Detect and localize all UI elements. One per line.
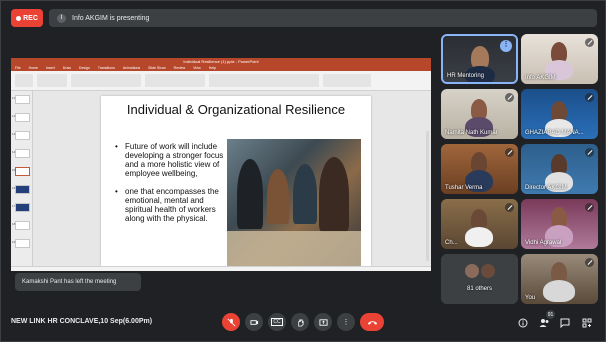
- more-options-button[interactable]: ⋮: [337, 313, 355, 331]
- participant-name: HR Mentoring: [447, 73, 485, 79]
- meeting-title: NEW LINK HR CONCLAVE,10 Sep(6.00Pm): [11, 318, 153, 325]
- camera-icon: [249, 319, 258, 325]
- powerpoint-title-bar: Individual Resilience (1).pptx - PowerPo…: [11, 58, 431, 65]
- raise-hand-button[interactable]: [291, 313, 309, 331]
- info-icon: [518, 318, 528, 328]
- participant-tile[interactable]: GHAZIABAD MANA...: [521, 89, 598, 139]
- chat-icon: [560, 318, 570, 328]
- end-call-button[interactable]: [360, 313, 384, 331]
- powerpoint-status-bar: [11, 266, 431, 271]
- shared-screen: Individual Resilience (1).pptx - PowerPo…: [11, 58, 431, 271]
- others-count: 81 others: [466, 286, 493, 292]
- mic-toggle-button[interactable]: [222, 313, 240, 331]
- mic-off-icon: [585, 93, 594, 102]
- slide-thumbnail: 16: [12, 185, 30, 194]
- slide-thumbnail-selected: 15: [12, 167, 30, 176]
- drawing-group: [209, 74, 319, 87]
- font-group: [71, 74, 141, 87]
- slide-thumbnail: 12: [12, 113, 30, 122]
- slides-group: [37, 74, 67, 87]
- meeting-info-button[interactable]: [517, 317, 529, 329]
- activities-button[interactable]: [581, 317, 593, 329]
- participant-name: Namita Nath Kumar: [445, 130, 498, 136]
- participant-tile[interactable]: Tushar Verma: [441, 144, 518, 194]
- self-tile[interactable]: You: [521, 254, 598, 304]
- mic-off-icon: [505, 203, 514, 212]
- meet-window: REC I Info AKGIM is presenting Individua…: [0, 0, 606, 342]
- toast-text: Kamakshi Pant has left the meeting: [22, 279, 117, 285]
- powerpoint-ribbon: [11, 71, 431, 91]
- participant-tile[interactable]: ⋮ HR Mentoring: [441, 34, 518, 84]
- slide-bullets: Future of work will include developing a…: [115, 142, 227, 232]
- slide-thumbnail: 17: [12, 203, 30, 212]
- activities-icon: [582, 318, 592, 328]
- slide-title: Individual & Organizational Resilience: [126, 102, 346, 117]
- people-icon: [539, 319, 548, 327]
- slide-scrollbar[interactable]: [426, 131, 429, 261]
- slide-bullet: Future of work will include developing a…: [115, 142, 227, 178]
- current-slide: Individual & Organizational Resilience F…: [101, 96, 371, 269]
- slide-thumbnail: 13: [12, 131, 30, 140]
- camera-toggle-button[interactable]: [245, 313, 263, 331]
- present-icon: [318, 318, 328, 326]
- presenting-banner: I Info AKGIM is presenting: [49, 9, 597, 27]
- participant-tile[interactable]: Info AKGIM: [521, 34, 598, 84]
- participant-name: Vidhi Agrawal: [525, 240, 562, 246]
- mic-off-icon: [585, 148, 594, 157]
- notification-toast: Kamakshi Pant has left the meeting: [15, 273, 141, 291]
- mic-off-icon: [585, 203, 594, 212]
- more-options-icon[interactable]: ⋮: [500, 40, 512, 52]
- more-vert-icon: ⋮: [342, 319, 350, 326]
- record-dot-icon: [16, 15, 22, 21]
- slide-thumbnail: 19: [12, 239, 30, 248]
- participant-name: Tushar Verma: [445, 185, 483, 191]
- clipboard-group: [15, 74, 33, 87]
- slide-thumbnail: 11: [12, 95, 30, 104]
- others-tile[interactable]: 81 others: [441, 254, 518, 304]
- captions-icon: CC: [271, 318, 283, 326]
- participant-tile[interactable]: Ch...: [441, 199, 518, 249]
- chat-button[interactable]: [559, 317, 571, 329]
- editing-group: [323, 74, 371, 87]
- participant-name: GHAZIABAD MANA...: [525, 130, 584, 136]
- participant-name: Info AKGIM: [525, 75, 556, 81]
- mic-off-icon: [505, 93, 514, 102]
- slide-thumbnail: 14: [12, 149, 30, 158]
- participant-tile[interactable]: Vidhi Agrawal: [521, 199, 598, 249]
- slide-photo: [227, 139, 361, 269]
- captions-button[interactable]: CC: [268, 313, 286, 331]
- paragraph-group: [145, 74, 205, 87]
- people-count-badge: 91: [546, 310, 555, 319]
- participant-tile[interactable]: Namita Nath Kumar: [441, 89, 518, 139]
- recording-label: REC: [23, 14, 38, 22]
- participant-name: Ch...: [445, 240, 458, 246]
- present-button[interactable]: [314, 313, 332, 331]
- presenter-avatar-icon: I: [57, 13, 66, 23]
- mic-off-icon: [505, 148, 514, 157]
- powerpoint-workspace: 11 12 13 14 15 16 17 18 19 Individual & …: [11, 91, 431, 271]
- presenting-text: Info AKGIM is presenting: [72, 14, 150, 22]
- participant-name: Director AKGIM: [525, 185, 567, 191]
- mic-off-icon: [227, 318, 235, 326]
- hand-icon: [297, 318, 304, 326]
- participant-tile[interactable]: Director AKGIM: [521, 144, 598, 194]
- recording-badge[interactable]: REC: [11, 9, 43, 27]
- mic-off-icon: [585, 258, 594, 267]
- participant-name: You: [525, 295, 536, 301]
- end-call-icon: [367, 320, 377, 325]
- slide-bullet: one that encompasses the emotional, ment…: [115, 187, 227, 223]
- slide-thumbnail: 18: [12, 221, 30, 230]
- slide-thumbnails: 11 12 13 14 15 16 17 18 19: [11, 91, 33, 271]
- mic-off-icon: [585, 38, 594, 47]
